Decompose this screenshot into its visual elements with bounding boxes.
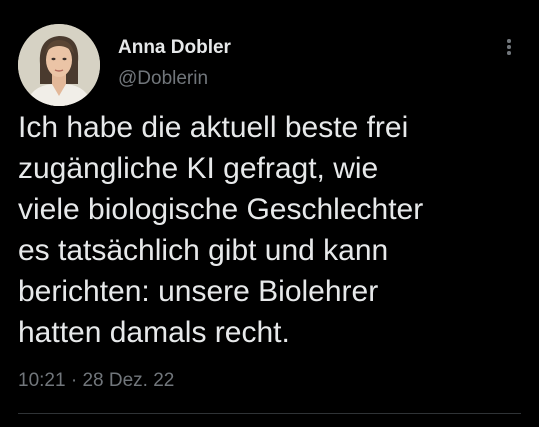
divider xyxy=(18,413,521,414)
tweet: Anna Dobler @Doblerin Ich habe die aktue… xyxy=(0,0,539,427)
author-handle[interactable]: @Doblerin xyxy=(118,68,208,90)
avatar[interactable] xyxy=(18,24,100,106)
meta-separator: · xyxy=(70,370,78,391)
tweet-timestamp: 10:21 · 28 Dez. 22 xyxy=(18,370,174,392)
more-options-icon[interactable] xyxy=(498,33,520,59)
tweet-date[interactable]: 28 Dez. 22 xyxy=(82,370,174,391)
author-name[interactable]: Anna Dobler xyxy=(118,37,231,59)
tweet-text: Ich habe die aktuell beste frei zugängli… xyxy=(18,111,424,349)
avatar-portrait-icon xyxy=(18,24,100,106)
tweet-time[interactable]: 10:21 xyxy=(18,370,66,391)
